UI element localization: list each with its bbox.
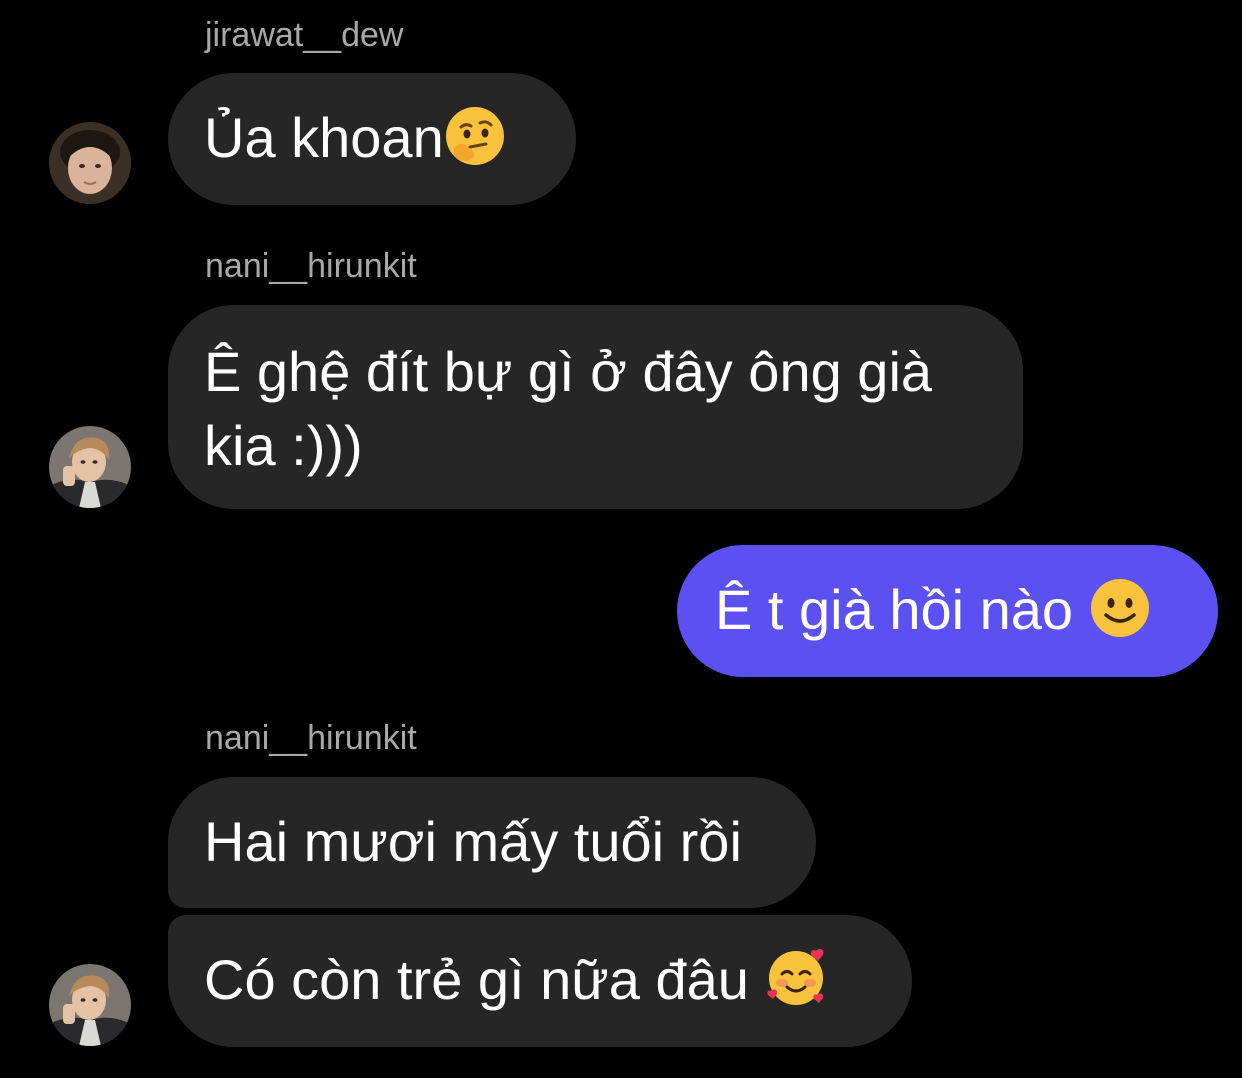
avatar-nani[interactable]: [49, 964, 131, 1046]
smiling-face-with-hearts-icon: [765, 947, 827, 1009]
slightly-smiling-face-icon: [1089, 577, 1151, 639]
avatar-photo: [49, 426, 131, 508]
message-bubble[interactable]: Ủa khoan: [168, 73, 576, 205]
message-text: Ê ghệ đít bự gì ở đây ông già kia :))): [204, 340, 933, 477]
message-text: Ê t già hồi nào: [715, 578, 1074, 641]
message-bubble[interactable]: Ê ghệ đít bự gì ở đây ông già kia :))): [168, 305, 1023, 509]
message-text: Hai mươi mấy tuổi rồi: [204, 810, 742, 873]
sender-name[interactable]: jirawat__dew: [205, 15, 403, 55]
avatar-photo: [49, 122, 131, 204]
outgoing-message-bubble[interactable]: Ê t già hồi nào: [677, 545, 1218, 677]
avatar-nani[interactable]: [49, 426, 131, 508]
sender-name[interactable]: nani__hirunkit: [205, 246, 417, 286]
message-text: Có còn trẻ gì nữa đâu: [204, 948, 749, 1011]
message-bubble[interactable]: Có còn trẻ gì nữa đâu: [168, 915, 912, 1047]
message-text: Ủa khoan: [204, 106, 444, 169]
thinking-face-icon: [444, 105, 506, 167]
sender-name[interactable]: nani__hirunkit: [205, 718, 417, 758]
avatar-jirawat[interactable]: [49, 122, 131, 204]
avatar-photo: [49, 964, 131, 1046]
message-bubble[interactable]: Hai mươi mấy tuổi rồi: [168, 777, 816, 908]
